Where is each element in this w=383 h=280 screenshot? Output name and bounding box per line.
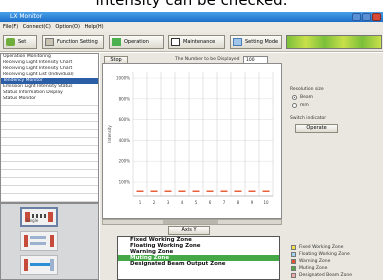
set-button[interactable]: Set xyxy=(3,35,37,49)
x-tick-label: 5 xyxy=(195,200,198,205)
thumb-single[interactable] xyxy=(20,207,58,227)
legend-label: Floating Working Zone xyxy=(299,252,350,257)
y-tick-label: 200% xyxy=(119,159,131,164)
legend-item: Warning Zone xyxy=(290,258,380,265)
caption-strip: intensity can be checked. xyxy=(0,0,383,12)
zone-list: Fixed Working Zone Floating Working Zone W… xyxy=(117,236,280,280)
monitor-icon xyxy=(171,38,180,46)
title-bar: LX Monitor xyxy=(0,12,383,22)
legend-label: Warning Zone xyxy=(299,259,331,264)
legend-item: Designated Beam Zone xyxy=(290,272,380,279)
radio-beam[interactable] xyxy=(292,95,297,100)
window-title: LX Monitor xyxy=(10,13,43,20)
bar-5 xyxy=(192,190,200,192)
menu-bar: File(F) Connect(C) Option(O) Help(H) xyxy=(0,22,383,32)
maintenance-button[interactable]: Maintenance xyxy=(168,35,225,49)
x-tick-label: 1 xyxy=(139,200,142,205)
operation-icon xyxy=(112,38,121,46)
legend-swatch xyxy=(291,259,296,264)
menu-help[interactable]: Help(H) xyxy=(85,24,104,30)
thumb-corner[interactable] xyxy=(20,255,58,275)
chart-svg: 1000% 800% 600% 400% 200% 100% 1 2 3 4 5 6 7 8 9 10 Inte… xyxy=(107,72,274,205)
function-setting-button[interactable]: Function Setting xyxy=(42,35,104,49)
zone-row: Designated Beam Output Zone xyxy=(130,261,226,267)
check-icon xyxy=(6,38,15,46)
status-indicator xyxy=(286,35,382,49)
legend-item: Floating Working Zone xyxy=(290,251,380,258)
function-setting-label: Function Setting xyxy=(57,39,98,45)
y-tick-label: 800% xyxy=(119,96,131,101)
x-tick-label: 3 xyxy=(167,200,170,205)
axis-y-button[interactable]: Axis Y xyxy=(168,226,210,235)
caption-text: intensity can be checked. xyxy=(95,0,288,9)
legend-swatch xyxy=(291,245,296,250)
x-tick-label: 4 xyxy=(181,200,184,205)
zone-legend: Fixed Working Zone Floating Working Zone W… xyxy=(290,244,380,279)
light-intensity-chart: 1000% 800% 600% 400% 200% 100% 1 2 3 4 5 6 7 8 9 10 Inte… xyxy=(102,63,282,219)
legend-item: Muting Zone xyxy=(290,265,380,272)
legend-item: Fixed Working Zone xyxy=(290,244,380,251)
minimize-icon[interactable] xyxy=(352,13,361,21)
menu-option[interactable]: Option(O) xyxy=(55,24,80,30)
display-count-label: The Number to be Displayed xyxy=(175,57,240,62)
thumb-series[interactable] xyxy=(20,231,58,251)
legend-label: Designated Beam Zone xyxy=(299,273,352,278)
app-root: intensity can be checked. LX Monitor Fil… xyxy=(0,0,383,280)
maximize-icon[interactable] xyxy=(362,13,371,21)
bar-9 xyxy=(248,190,256,192)
chart-scrollbar[interactable] xyxy=(102,219,282,225)
x-tick-label: 9 xyxy=(251,200,254,205)
list-icon xyxy=(45,38,54,46)
bar-10 xyxy=(262,190,270,192)
bar-8 xyxy=(234,190,242,192)
maintenance-label: Maintenance xyxy=(183,39,216,45)
close-icon[interactable] xyxy=(372,13,381,21)
legend-label: Fixed Working Zone xyxy=(299,245,344,250)
tree-panel: Operation Monitoring Receiving Light Inte… xyxy=(0,53,99,203)
set-label: Set xyxy=(18,39,27,45)
x-tick-label: 8 xyxy=(237,200,240,205)
setting-mode-button[interactable]: Setting Mode xyxy=(230,35,282,49)
setting-mode-label: Setting Mode xyxy=(245,39,279,45)
operate-button[interactable]: Operate xyxy=(295,124,338,133)
x-tick-label: 10 xyxy=(263,200,269,205)
layout-thumbnails-panel: Single xyxy=(0,203,99,280)
legend-label: Muting Zone xyxy=(299,266,328,271)
tree-empty-rows xyxy=(1,98,98,202)
x-tick-label: 7 xyxy=(223,200,226,205)
bar-6 xyxy=(206,190,214,192)
operation-button[interactable]: Operation xyxy=(109,35,164,49)
y-tick-label: 100% xyxy=(119,180,131,185)
menu-file[interactable]: File(F) xyxy=(3,24,18,30)
radio-mm-label: mm xyxy=(300,103,309,108)
tree-list: Operation Monitoring Receiving Light Inte… xyxy=(1,54,98,102)
x-tick-label: 6 xyxy=(209,200,212,205)
switch-indicator-label: Switch indicator xyxy=(290,116,327,121)
bar-4 xyxy=(178,190,186,192)
bar-7 xyxy=(220,190,228,192)
scroll-thumb[interactable] xyxy=(163,220,218,224)
legend-swatch xyxy=(291,252,296,257)
bar-3 xyxy=(164,190,172,192)
legend-swatch xyxy=(291,266,296,271)
radio-beam-label: Beam xyxy=(300,95,313,100)
y-tick-label: 400% xyxy=(119,138,131,143)
radio-mm[interactable] xyxy=(292,103,297,108)
bar-2 xyxy=(150,190,158,192)
y-axis-label: Intensity xyxy=(107,125,112,143)
menu-connect[interactable]: Connect(C) xyxy=(23,24,51,30)
y-tick-label: 1000% xyxy=(116,76,130,81)
wrench-icon xyxy=(233,38,242,46)
y-tick-label: 600% xyxy=(119,117,131,122)
thumb-single-label: Single xyxy=(26,218,39,223)
legend-swatch xyxy=(291,273,296,278)
x-tick-label: 2 xyxy=(153,200,156,205)
resolution-label: Resolution size xyxy=(290,87,324,92)
bar-1 xyxy=(136,190,144,192)
operation-label: Operation xyxy=(124,39,149,45)
toolbar: Set Function Setting Operation Maintenan… xyxy=(0,32,383,52)
